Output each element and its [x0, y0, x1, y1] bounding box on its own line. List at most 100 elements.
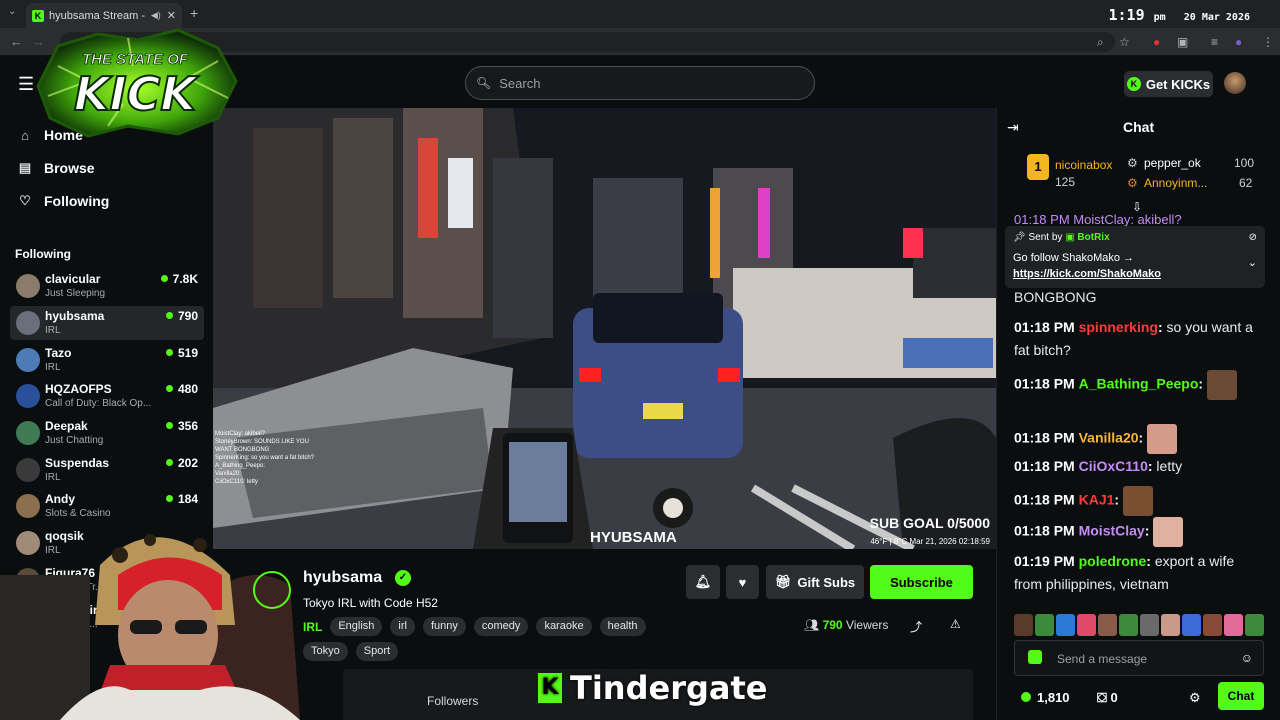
get-kicks-button[interactable]: K Get KICKs — [1124, 71, 1213, 97]
emote-icon[interactable] — [1098, 614, 1117, 636]
chat-username[interactable]: poledrone — [1079, 553, 1147, 569]
stream-tag[interactable]: Sport — [355, 642, 399, 661]
back-icon[interactable]: ← — [10, 34, 23, 49]
stream-tag[interactable]: health — [599, 617, 646, 636]
search-input[interactable]: 🔍︎ Search — [465, 66, 815, 100]
emote-icon[interactable] — [1203, 614, 1222, 636]
sidebar-channel-suspendas[interactable]: Suspendas IRL 202 — [10, 453, 204, 487]
emote-image — [1147, 424, 1178, 454]
channel-points[interactable]: 1,810 — [1021, 690, 1070, 705]
chat-settings-gear-icon[interactable]: ⚙ — [1189, 690, 1201, 706]
emote-image — [1206, 370, 1237, 400]
emote-icon[interactable] — [1140, 614, 1159, 636]
top-gifter-name[interactable]: nicoinabox — [1055, 158, 1112, 172]
sidebar-channel-hyubsama[interactable]: hyubsama IRL 790 — [10, 306, 204, 340]
emote-icon[interactable] — [1119, 614, 1138, 636]
tab-list-chevron-icon[interactable]: ⌄ — [8, 6, 16, 17]
pinned-sender-row: 📌︎ Sent by ▣ BotRix — [1013, 232, 1110, 243]
channel-avatar — [16, 348, 40, 372]
logo-line2: KICK — [74, 67, 200, 121]
follow-heart-button[interactable]: ♥ — [726, 565, 759, 599]
browser-tab[interactable]: K hyubsama Stream - Watch ◀) ✕ — [26, 3, 182, 28]
sidebar-nav-following[interactable]: ♡ Following — [16, 193, 109, 209]
emote-icon[interactable] — [1056, 614, 1075, 636]
emote-icon[interactable] — [1182, 614, 1201, 636]
chat-message: 01:18 PM MoistClay: — [1014, 517, 1264, 547]
sidebar-nav-label: Browse — [44, 160, 95, 176]
emote-icon[interactable] — [1245, 614, 1264, 636]
clock-time: 1:19 — [1108, 6, 1145, 24]
viewers-icon: 👥︎ — [804, 618, 820, 632]
chat-username[interactable]: MoistClay — [1079, 523, 1145, 539]
sidebar-nav-browse[interactable]: ▤ Browse — [16, 160, 95, 176]
clock-ampm: pm — [1153, 12, 1166, 23]
send-chat-button[interactable]: Chat — [1218, 682, 1264, 710]
chat-input[interactable]: Send a message ☺ — [1014, 640, 1264, 676]
emote-icon[interactable] — [1035, 614, 1054, 636]
sidebar-channel-deepak[interactable]: Deepak Just Chatting 356 — [10, 416, 204, 450]
subscribe-button[interactable]: Subscribe — [870, 565, 973, 599]
tab-close-icon[interactable]: ✕ — [167, 9, 176, 22]
chat-text: letty — [1156, 458, 1183, 474]
profile-icon[interactable]: ● — [1235, 35, 1242, 49]
bookmark-star-icon[interactable]: ☆ — [1119, 35, 1130, 49]
chat-username[interactable]: spinnerking — [1079, 319, 1158, 335]
tab-audio-icon[interactable]: ◀) — [151, 10, 161, 21]
report-warning-icon[interactable]: ⚠ — [950, 617, 961, 631]
chat-colon: : — [1114, 491, 1120, 508]
collapse-chat-icon[interactable]: ⇥ — [1007, 119, 1019, 136]
channel-viewer-count: 480 — [166, 382, 198, 396]
share-icon[interactable]: ⤴ — [910, 618, 922, 635]
chat-username[interactable]: CiiOxC110 — [1079, 458, 1148, 474]
stream-tag[interactable]: comedy — [473, 617, 529, 636]
emote-icon[interactable] — [1014, 614, 1033, 636]
browser-menu-icon[interactable]: ⋮ — [1262, 35, 1274, 49]
pinned-sent-by: Sent by — [1028, 232, 1063, 243]
chat-text: BONGBONG — [1014, 289, 1097, 305]
chat-message: 01:19 PM poledrone: export a wife from p… — [1014, 550, 1264, 596]
video-player[interactable]: MoistClay: akibell? StoneyBrown: SOUNDS … — [213, 108, 996, 549]
viewer-count-label: Viewers — [845, 618, 889, 632]
chat-colon: : — [1138, 429, 1144, 446]
extension-red-icon[interactable]: ● — [1153, 35, 1160, 49]
smiley-icon[interactable]: ☺ — [1241, 651, 1253, 665]
channel-name: Andy — [45, 492, 75, 506]
unpin-icon[interactable]: ⊘ — [1249, 232, 1257, 243]
chat-username[interactable]: A_Bathing_Peepo — [1079, 376, 1199, 392]
extensions-icon[interactable]: ▣ — [1177, 35, 1188, 49]
pinned-text: Go follow ShakoMako → — [1013, 252, 1135, 264]
sidebar-channel-clavicular[interactable]: clavicular Just Sleeping 7.8K — [10, 269, 204, 303]
gifter-name[interactable]: pepper_ok — [1144, 156, 1201, 170]
stream-tag[interactable]: karaoke — [536, 617, 592, 636]
zoom-icon[interactable]: ⌕ — [1097, 35, 1104, 50]
gifter-name[interactable]: Annoyinm... — [1144, 176, 1207, 190]
chat-username[interactable]: Vanilla20 — [1079, 430, 1139, 446]
overlay-chat-line: CiiOxC110: letty — [215, 479, 258, 485]
chat-username[interactable]: KAJ1 — [1079, 492, 1115, 508]
pinned-link[interactable]: https://kick.com/ShakoMako — [1013, 268, 1161, 280]
emote-icon[interactable] — [1161, 614, 1180, 636]
channel-viewer-count: 7.8K — [161, 272, 198, 286]
channel-avatar — [16, 274, 40, 298]
stream-tag[interactable]: funny — [422, 617, 466, 636]
emote-image — [1153, 517, 1184, 547]
channel-avatar — [16, 421, 40, 445]
sidebar-channel-hqzaofps[interactable]: HQZAOFPS Call of Duty: Black Op... 480 — [10, 379, 204, 413]
emote-icon[interactable] — [1077, 614, 1096, 636]
notification-bell-button[interactable]: 🔔︎ — [686, 565, 720, 599]
user-avatar[interactable] — [1224, 72, 1246, 94]
media-icon[interactable]: ≡ — [1211, 35, 1218, 49]
sidebar-channel-tazo[interactable]: Tazo IRL 519 — [10, 343, 204, 377]
stream-tag[interactable]: irl — [390, 617, 415, 636]
chat-timestamp: 01:19 PM — [1014, 553, 1075, 569]
chest-count[interactable]: ⛋ 0 — [1097, 690, 1118, 706]
new-tab-button[interactable]: + — [190, 5, 198, 21]
channel-category: Just Sleeping — [45, 288, 106, 299]
chat-input-placeholder: Send a message — [1057, 652, 1148, 666]
overlay-chat-line: SpinnerKing: so you want a fat bitch? — [215, 455, 315, 461]
gift-subs-button[interactable]: 🎁︎ Gift Subs — [766, 565, 864, 599]
chevron-down-icon[interactable]: ⌄ — [1248, 256, 1257, 269]
emote-picker-icon[interactable] — [1028, 650, 1042, 664]
emote-icon[interactable] — [1224, 614, 1243, 636]
chat-footer: 1,810 ⛋ 0 ⚙ Chat — [997, 682, 1280, 714]
